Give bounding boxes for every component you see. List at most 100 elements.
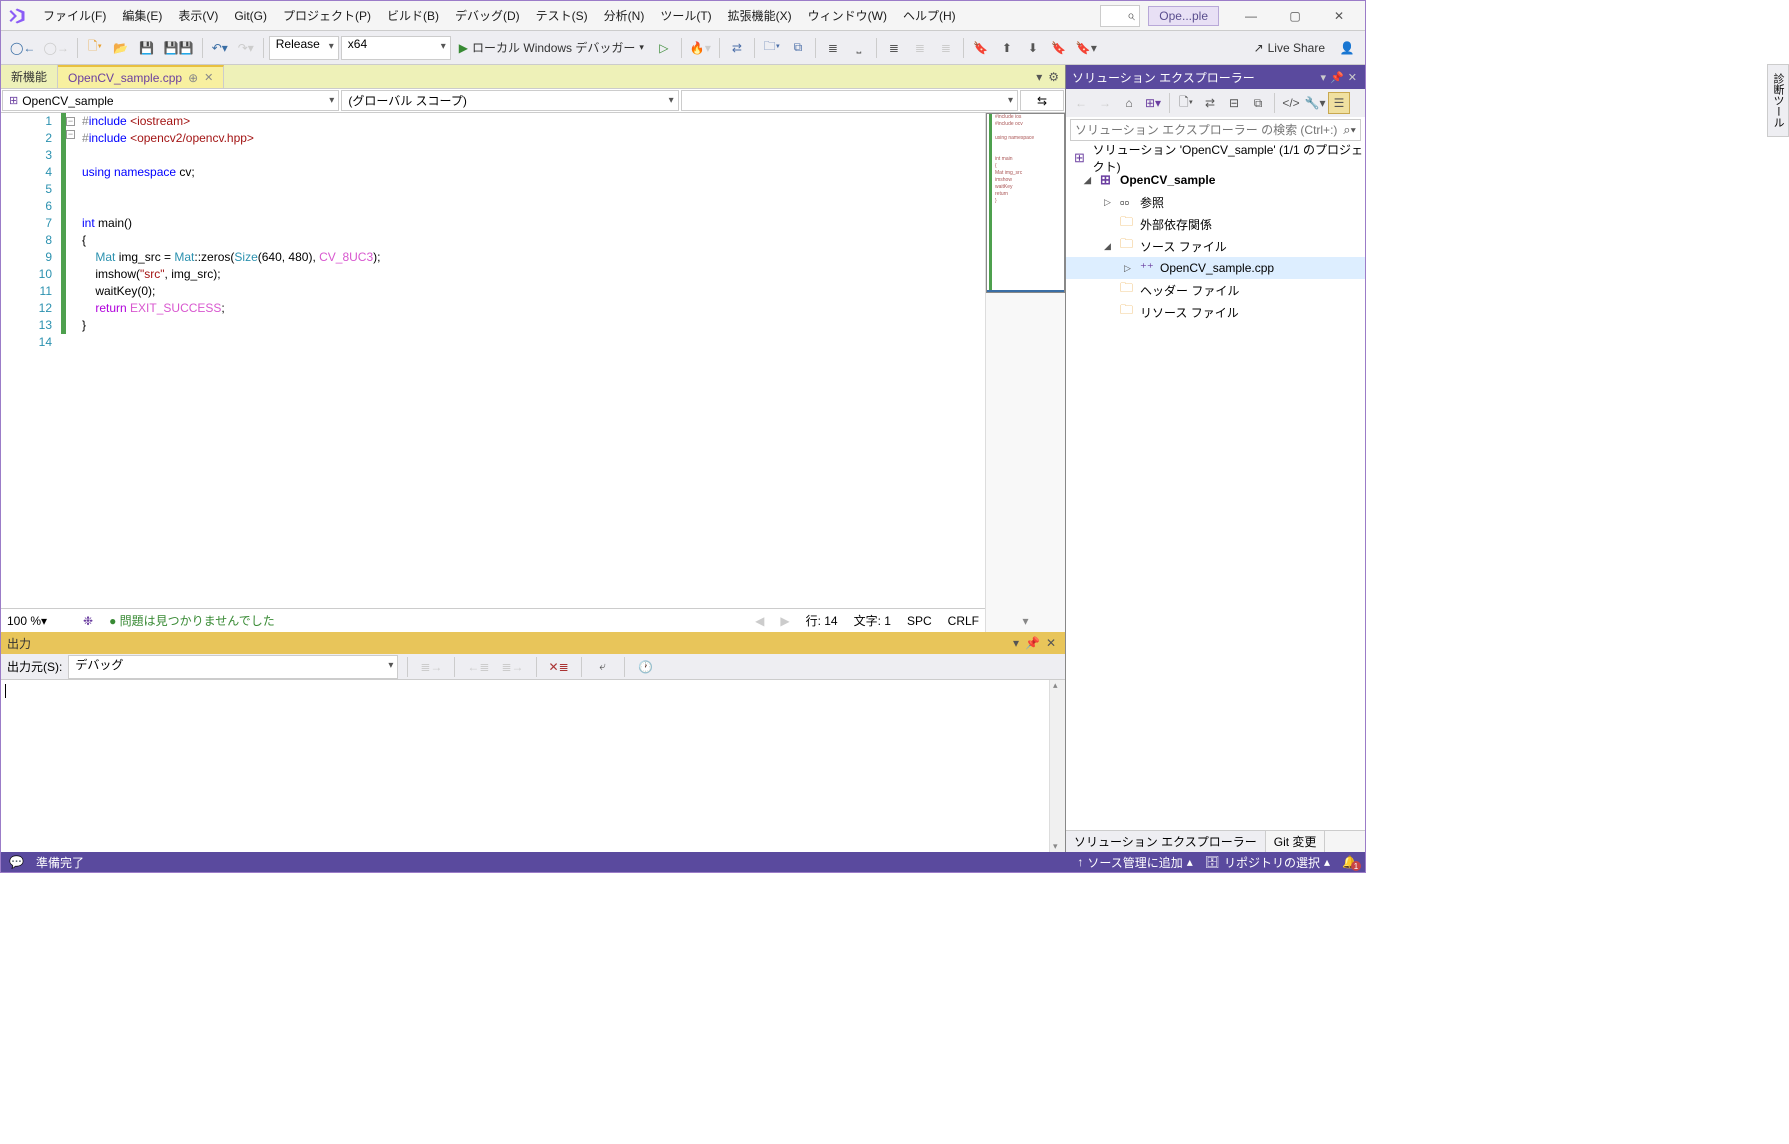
sol-dropdown-icon[interactable]: ▾ [1321,71,1327,84]
sol-pin-icon[interactable]: 📌 [1330,71,1344,84]
redo-icon[interactable]: ↷▾ [234,36,258,60]
menu-help[interactable]: ヘルプ(H) [895,5,964,26]
sol-code-icon[interactable]: </> [1280,92,1302,114]
zoom-select[interactable]: 100 % ▾ [7,614,67,628]
nav-right-icon[interactable]: ▶ [780,614,789,628]
output-prev-icon[interactable]: ←≣ [464,655,492,679]
solution-explorer-title[interactable]: ソリューション エクスプローラー ▾ 📌 ✕ [1066,65,1365,89]
new-file-icon[interactable]: 🗋▾ [83,36,107,60]
output-clear-icon[interactable]: ✕≣ [546,655,572,679]
output-next-icon[interactable]: ≣→ [498,655,526,679]
nav-forward-icon[interactable]: ◯→ [40,36,71,60]
status-notifications[interactable]: 🔔1 [1342,855,1357,869]
split-editor-icon[interactable]: ⇆ [1020,90,1064,111]
output-close-icon[interactable]: ✕ [1046,636,1056,650]
tree-header-files[interactable]: 🗀 ヘッダー ファイル [1066,279,1365,301]
bookmark-doc-icon[interactable]: 🔖▾ [1073,36,1100,60]
save-all-icon[interactable]: 💾💾 [161,36,197,60]
minimize-button[interactable]: — [1229,2,1273,30]
tree-resource-files[interactable]: 🗀 リソース ファイル [1066,301,1365,323]
nav-back-icon[interactable]: ◯← [7,36,38,60]
intellisense-icon[interactable]: ❉ [83,614,93,628]
menu-edit[interactable]: 編集(E) [114,5,170,26]
sol-home-icon[interactable]: ⌂ [1118,92,1140,114]
menu-window[interactable]: ウィンドウ(W) [800,5,895,26]
nav-member-select[interactable] [681,90,1018,111]
solution-search[interactable]: ⌕▾ [1070,119,1361,141]
output-dropdown-icon[interactable]: ▾ [1013,636,1019,650]
code-minimap[interactable]: #include ios#include ocvusing namespacei… [985,113,1065,632]
output-timestamp-icon[interactable]: 🕐 [634,655,658,679]
bookmark-icon[interactable]: 🔖 [969,36,993,60]
open-file-icon[interactable]: 📂 [109,36,133,60]
save-icon[interactable]: 💾 [135,36,159,60]
maximize-button[interactable]: ▢ [1273,2,1317,30]
menu-extensions[interactable]: 拡張機能(X) [720,5,800,26]
toggle-comment-icon[interactable]: ≣ [934,36,958,60]
code-editor[interactable]: 1234567891011121314 − − #include <iostre… [1,113,985,608]
menu-debug[interactable]: デバッグ(D) [447,5,528,26]
tree-external-deps[interactable]: 🗀 外部依存関係 [1066,213,1365,235]
status-output-icon[interactable]: 💬 [9,855,24,869]
title-search[interactable] [1100,5,1140,27]
start-debug-button[interactable]: ▶ローカル Windows デバッガー▾ [453,39,650,56]
output-scrollbar[interactable] [1049,680,1065,852]
close-icon[interactable]: ✕ [204,71,213,84]
output-pin-icon[interactable]: 📌 [1025,636,1040,650]
bookmark-clear-icon[interactable]: 🔖 [1047,36,1071,60]
sol-close-icon[interactable]: ✕ [1348,71,1357,84]
sol-sync-icon[interactable]: 🗋▾ [1175,92,1197,114]
solution-tree[interactable]: ⊞ ソリューション 'OpenCV_sample' (1/1 のプロジェクト) … [1066,143,1365,830]
tree-file-opencv-sample[interactable]: ▷ ⁺⁺ OpenCV_sample.cpp [1066,257,1365,279]
sol-refresh-icon[interactable]: ⇄ [1199,92,1221,114]
sol-collapse-icon[interactable]: ⊟ [1223,92,1245,114]
nav-left-icon[interactable]: ◀ [755,614,764,628]
eol-mode[interactable]: CRLF [948,614,979,628]
sol-back-icon[interactable]: ← [1070,92,1092,114]
tab-git-changes[interactable]: Git 変更 [1266,831,1326,852]
start-no-debug-icon[interactable]: ▷ [652,36,676,60]
menu-file[interactable]: ファイル(F) [35,5,114,26]
pin-icon[interactable]: ⊕ [188,71,198,85]
uncomment-icon[interactable]: ≣ [908,36,932,60]
bookmark-next-icon[interactable]: ⬇ [1021,36,1045,60]
status-repo-select[interactable]: 🗄 リポジトリの選択 ▴ [1205,854,1330,871]
issues-status[interactable]: ● 問題は見つかりませんでした [109,612,275,629]
active-files-dropdown-icon[interactable]: ▾ [1036,70,1042,84]
comment-icon[interactable]: ≣ [882,36,906,60]
undo-icon[interactable]: ↶▾ [208,36,232,60]
menu-project[interactable]: プロジェクト(P) [275,5,379,26]
indent-guides-icon[interactable]: ≣ [821,36,845,60]
sol-properties-icon[interactable]: 🔧▾ [1304,92,1326,114]
sol-showall-icon[interactable]: ⧉ [1247,92,1269,114]
nav-scope-select[interactable]: (グローバル スコープ) [341,90,678,111]
tree-references[interactable]: ▷ ▫▫ 参照 [1066,191,1365,213]
sol-preview-icon[interactable]: ☰ [1328,92,1350,114]
menu-tools[interactable]: ツール(T) [652,5,719,26]
live-share-button[interactable]: ↗Live Share [1246,41,1333,55]
tab-opencv-sample[interactable]: OpenCV_sample.cpp ⊕ ✕ [58,65,224,88]
platform-select[interactable]: x64 [341,36,451,60]
tab-solution-explorer[interactable]: ソリューション エクスプローラー [1066,831,1266,852]
config-select[interactable]: Release [269,36,339,60]
title-solution-pill[interactable]: Ope...ple [1148,6,1219,26]
output-from-select[interactable]: デバッグ [68,655,398,679]
whitespace-icon[interactable]: ⎵ [847,36,871,60]
indent-mode[interactable]: SPC [907,614,932,628]
sol-fwd-icon[interactable]: → [1094,92,1116,114]
diagnostic-tools-tab[interactable]: 診断ツール [1767,64,1789,137]
tab-new-features[interactable]: 新機能 [1,65,58,88]
account-icon[interactable]: 👤 [1335,36,1359,60]
file-browser-icon[interactable]: 🗀▾ [760,36,784,60]
menu-git[interactable]: Git(G) [226,7,275,25]
menu-test[interactable]: テスト(S) [528,5,596,26]
status-source-control[interactable]: ↑ ソース管理に追加 ▴ [1077,854,1192,871]
tree-solution-root[interactable]: ⊞ ソリューション 'OpenCV_sample' (1/1 のプロジェクト) [1066,147,1365,169]
new-window-icon[interactable]: ⧉ [786,36,810,60]
output-title-bar[interactable]: 出力 ▾ 📌 ✕ [1,632,1065,654]
solution-search-input[interactable] [1075,123,1343,137]
menu-view[interactable]: 表示(V) [170,5,226,26]
output-wrap-icon[interactable]: ⤶ [591,655,615,679]
output-text-area[interactable] [1,680,1065,852]
menu-build[interactable]: ビルド(B) [379,5,447,26]
